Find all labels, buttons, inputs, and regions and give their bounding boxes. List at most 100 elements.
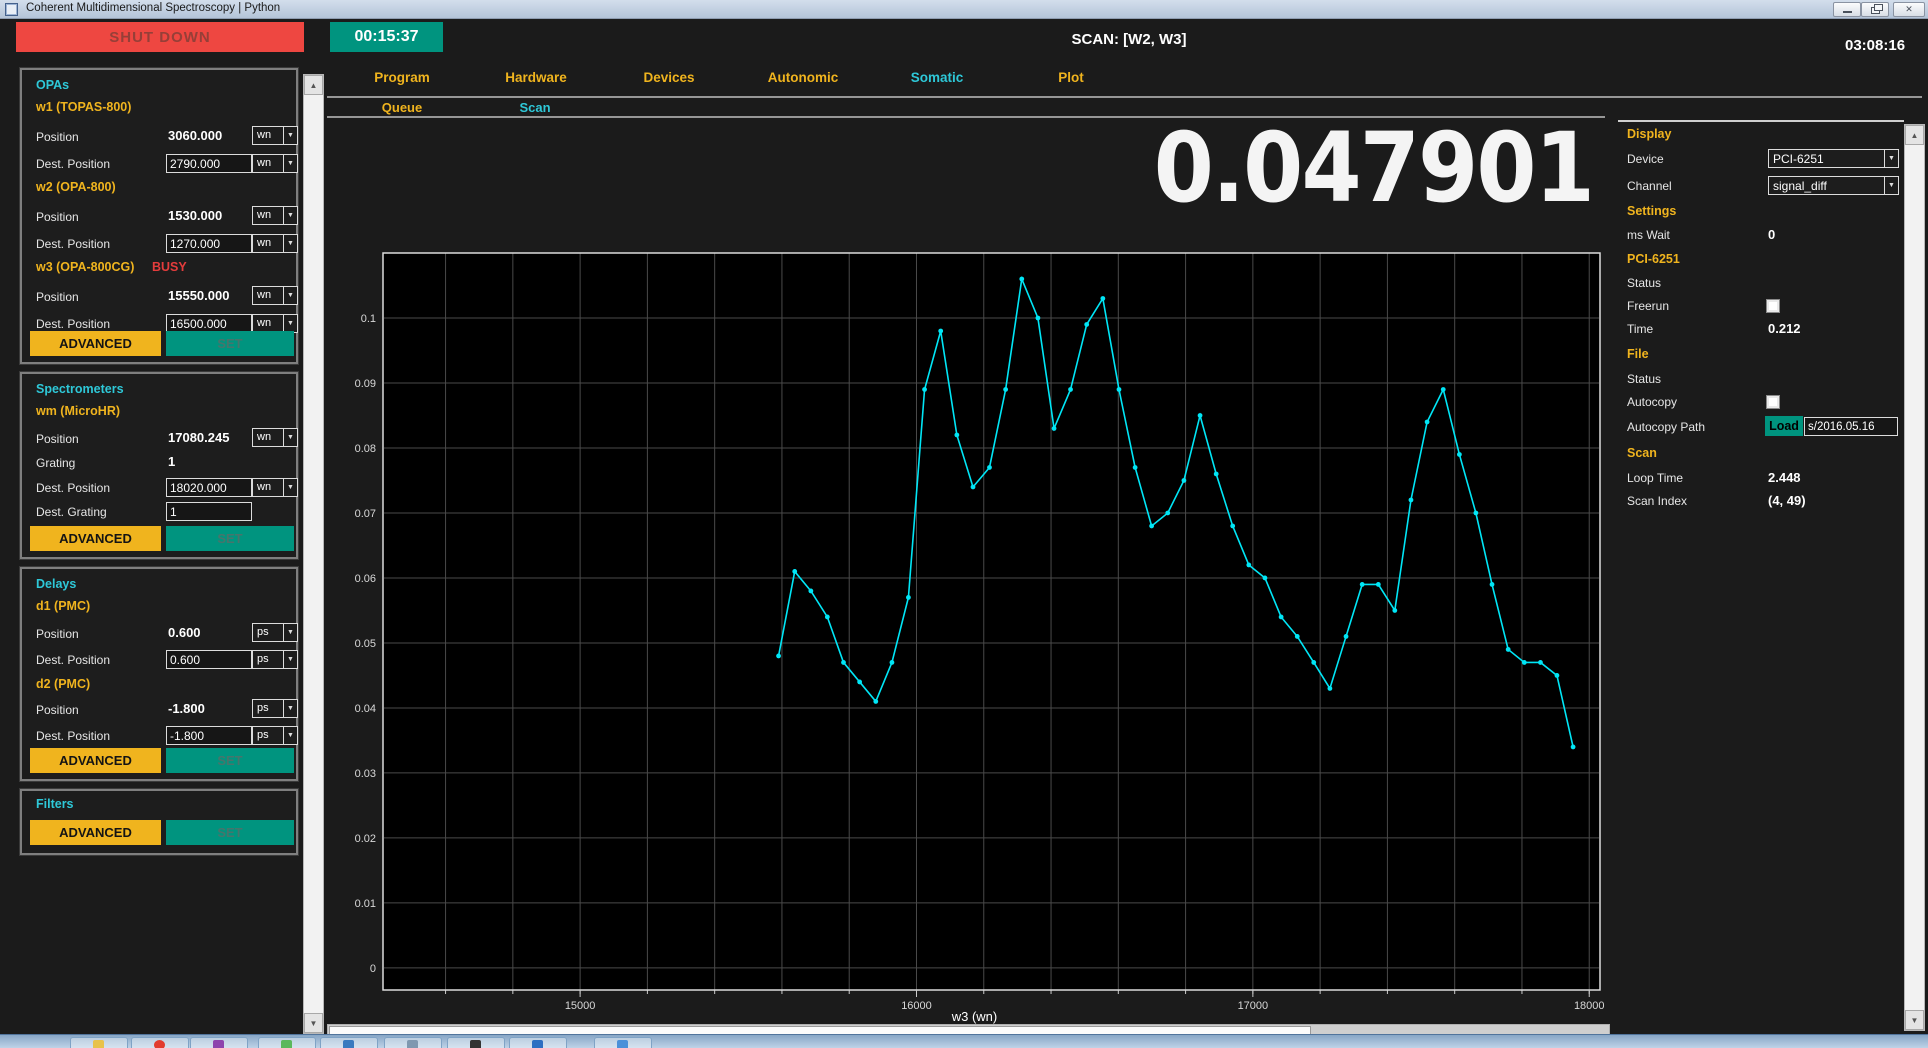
taskbar-item-folder[interactable] xyxy=(70,1037,128,1048)
w2-label: w2 (OPA-800) xyxy=(36,180,116,194)
wm-dest-input[interactable] xyxy=(166,478,252,497)
autocopy-checkbox[interactable] xyxy=(1766,395,1780,409)
d1-dest-input[interactable] xyxy=(166,650,252,669)
taskbar-item-window-app[interactable] xyxy=(594,1037,652,1048)
delays-advanced-button[interactable]: ADVANCED xyxy=(30,748,161,773)
folder-icon xyxy=(93,1040,104,1048)
units-value: ps xyxy=(253,651,283,668)
opas-set-button[interactable]: SET xyxy=(166,331,294,356)
tab-plot[interactable]: Plot xyxy=(1011,70,1131,85)
autocopy-path-input[interactable] xyxy=(1804,417,1898,436)
dest-position-label: Dest. Position xyxy=(36,729,110,743)
minimize-icon xyxy=(1843,11,1852,13)
wm-position-units[interactable]: wn xyxy=(252,428,298,447)
svg-text:0.08: 0.08 xyxy=(355,443,376,455)
scroll-down-icon[interactable] xyxy=(1905,1010,1924,1030)
windows-taskbar[interactable] xyxy=(0,1034,1928,1048)
shutdown-button[interactable]: SHUT DOWN xyxy=(16,22,304,52)
spectrometers-set-button[interactable]: SET xyxy=(166,526,294,551)
purple-app-icon xyxy=(213,1040,224,1048)
subtab-queue[interactable]: Queue xyxy=(342,100,462,115)
taskbar-item-dark-app[interactable] xyxy=(447,1037,505,1048)
scroll-down-icon[interactable] xyxy=(304,1013,323,1033)
tab-hardware[interactable]: Hardware xyxy=(476,70,596,85)
tab-devices[interactable]: Devices xyxy=(609,70,729,85)
subtab-scan[interactable]: Scan xyxy=(475,100,595,115)
tab-somatic[interactable]: Somatic xyxy=(877,70,997,85)
taskbar-item-red-app[interactable] xyxy=(131,1037,189,1048)
device-select[interactable]: PCI-6251 xyxy=(1768,149,1899,168)
sidebar-scrollbar[interactable] xyxy=(303,74,324,1034)
d1-position-units[interactable]: ps xyxy=(252,623,298,642)
scroll-up-icon[interactable] xyxy=(1905,125,1924,145)
restore-button[interactable] xyxy=(1861,2,1889,17)
channel-value: signal_diff xyxy=(1769,177,1884,194)
svg-text:16000: 16000 xyxy=(901,1000,932,1012)
chevron-down-icon xyxy=(1884,177,1898,194)
spectrometers-advanced-button[interactable]: ADVANCED xyxy=(30,526,161,551)
dest-position-label: Dest. Position xyxy=(36,157,110,171)
units-value: wn xyxy=(253,479,283,496)
w3-position-units[interactable]: wn xyxy=(252,286,298,305)
d2-dest-input[interactable] xyxy=(166,726,252,745)
close-button[interactable] xyxy=(1893,2,1925,17)
wm-dest-units[interactable]: wn xyxy=(252,478,298,497)
ms-wait-value: 0 xyxy=(1768,227,1775,242)
svg-text:0.06: 0.06 xyxy=(355,573,376,585)
channel-select[interactable]: signal_diff xyxy=(1768,176,1899,195)
channel-label: Channel xyxy=(1627,179,1672,193)
scroll-up-icon[interactable] xyxy=(304,75,323,95)
d1-dest-units[interactable]: ps xyxy=(252,650,298,669)
w1-label: w1 (TOPAS-800) xyxy=(36,100,131,114)
svg-text:w3 (wn): w3 (wn) xyxy=(951,1009,998,1024)
units-value: wn xyxy=(253,207,283,224)
filters-advanced-button[interactable]: ADVANCED xyxy=(30,820,161,845)
chevron-down-icon xyxy=(283,287,297,304)
svg-text:18000: 18000 xyxy=(1574,1000,1605,1012)
dest-position-label: Dest. Position xyxy=(36,653,110,667)
minimize-button[interactable] xyxy=(1833,2,1861,17)
w1-dest-input[interactable] xyxy=(166,154,252,173)
w2-position-value: 1530.000 xyxy=(168,208,222,223)
panel-scrollbar[interactable] xyxy=(1904,124,1925,1031)
w3-label: w3 (OPA-800CG) xyxy=(36,260,134,274)
steel-app-icon xyxy=(407,1040,418,1048)
file-section-title: File xyxy=(1627,347,1649,361)
w2-position-units[interactable]: wn xyxy=(252,206,298,225)
w2-dest-input[interactable] xyxy=(166,234,252,253)
svg-text:0.02: 0.02 xyxy=(355,833,376,845)
chevron-down-icon xyxy=(283,429,297,446)
uptime-timer: 00:15:37 xyxy=(330,22,443,52)
w1-position-units[interactable]: wn xyxy=(252,126,298,145)
taskbar-item-purple-app[interactable] xyxy=(190,1037,248,1048)
load-button[interactable]: Load xyxy=(1765,416,1803,436)
signal-readout: 0.047901 xyxy=(1154,120,1593,216)
svg-text:15000: 15000 xyxy=(565,1000,596,1012)
d2-position-units[interactable]: ps xyxy=(252,699,298,718)
tab-autonomic[interactable]: Autonomic xyxy=(743,70,863,85)
freerun-label: Freerun xyxy=(1627,299,1669,313)
device-label: Device xyxy=(1627,152,1664,166)
wm-dest-grating-input[interactable] xyxy=(166,502,252,521)
loop-time-value: 2.448 xyxy=(1768,470,1801,485)
titlebar[interactable]: Coherent Multidimensional Spectroscopy |… xyxy=(0,0,1928,19)
taskbar-item-green-app[interactable] xyxy=(258,1037,316,1048)
w1-dest-units[interactable]: wn xyxy=(252,154,298,173)
w2-dest-units[interactable]: wn xyxy=(252,234,298,253)
delays-set-button[interactable]: SET xyxy=(166,748,294,773)
units-value: wn xyxy=(253,429,283,446)
spectrometers-groupbox: Spectrometers wm (MicroHR) Position 1708… xyxy=(20,372,298,559)
chevron-down-icon xyxy=(1884,150,1898,167)
opas-advanced-button[interactable]: ADVANCED xyxy=(30,331,161,356)
taskbar-item-steel-app[interactable] xyxy=(384,1037,442,1048)
wm-grating-value: 1 xyxy=(168,454,175,469)
d2-dest-units[interactable]: ps xyxy=(252,726,298,745)
taskbar-item-blue-app[interactable] xyxy=(320,1037,378,1048)
filters-set-button[interactable]: SET xyxy=(166,820,294,845)
tab-program[interactable]: Program xyxy=(342,70,462,85)
loop-time-label: Loop Time xyxy=(1627,471,1683,485)
taskbar-item-blue2-app[interactable] xyxy=(509,1037,567,1048)
freerun-checkbox[interactable] xyxy=(1766,299,1780,313)
green-app-icon xyxy=(281,1040,292,1048)
scan-index-value: (4, 49) xyxy=(1768,493,1806,508)
